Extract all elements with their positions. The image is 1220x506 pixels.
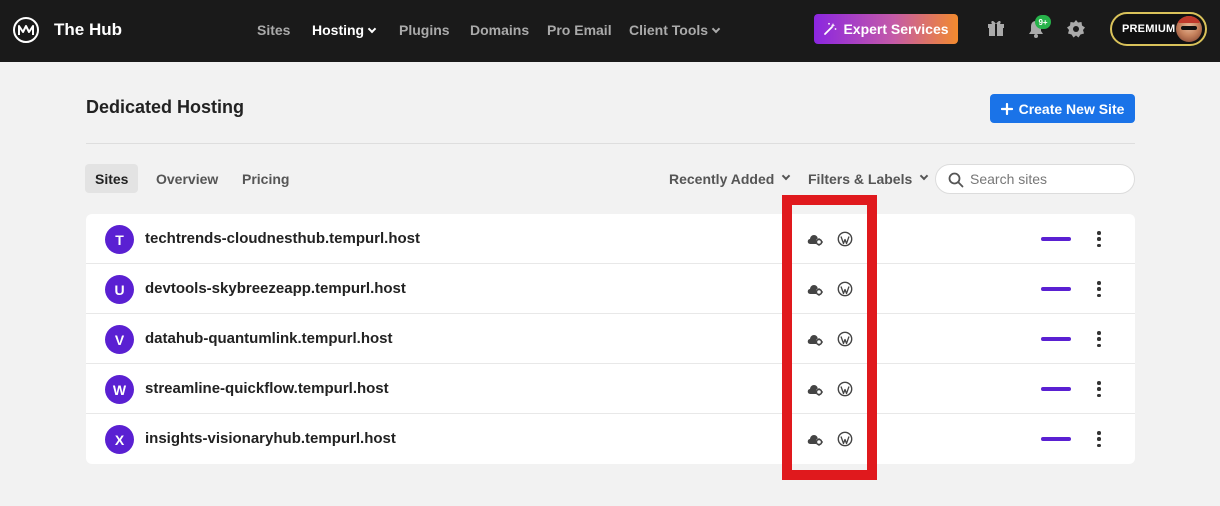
site-avatar: W (105, 375, 134, 404)
nav-item-domains[interactable]: Domains (470, 22, 529, 38)
filters-labels-dropdown[interactable]: Filters & Labels (808, 164, 929, 193)
sort-label: Recently Added (669, 170, 775, 187)
site-name[interactable]: datahub-quantumlink.tempurl.host (145, 330, 393, 347)
sort-dropdown[interactable]: Recently Added (669, 164, 791, 193)
site-row[interactable]: T techtrends-cloudnesthub.tempurl.host (86, 214, 1135, 264)
account-menu-button[interactable]: PREMIUM (1110, 12, 1207, 46)
more-options-icon[interactable] (1092, 329, 1106, 349)
gift-icon[interactable] (986, 19, 1006, 39)
premium-label: PREMIUM (1122, 23, 1176, 35)
chevron-down-icon (782, 171, 791, 180)
expert-services-button[interactable]: Expert Services (814, 14, 958, 44)
site-name[interactable]: devtools-skybreezeapp.tempurl.host (145, 280, 406, 297)
nav-item-sites[interactable]: Sites (257, 22, 290, 38)
filters-label: Filters & Labels (808, 170, 913, 187)
nav-item-plugins[interactable]: Plugins (399, 22, 450, 38)
site-row[interactable]: V datahub-quantumlink.tempurl.host (86, 314, 1135, 364)
status-indicator (1041, 287, 1071, 291)
chevron-down-icon (367, 24, 377, 34)
chevron-down-icon (711, 24, 721, 34)
more-options-icon[interactable] (1092, 279, 1106, 299)
more-options-icon[interactable] (1092, 229, 1106, 249)
top-navigation-bar: The Hub Sites Hosting Plugins Domains Pr… (0, 0, 1220, 62)
plus-icon (1000, 102, 1013, 115)
nav-item-pro-email[interactable]: Pro Email (547, 22, 612, 38)
site-avatar: X (105, 425, 134, 454)
site-name[interactable]: techtrends-cloudnesthub.tempurl.host (145, 230, 420, 247)
highlight-box (782, 195, 877, 480)
site-list: T techtrends-cloudnesthub.tempurl.host U… (86, 214, 1135, 464)
gear-icon[interactable] (1066, 19, 1086, 39)
tab-pricing[interactable]: Pricing (232, 164, 299, 193)
notification-badge: 9+ (1035, 15, 1051, 29)
status-indicator (1041, 437, 1071, 441)
site-row[interactable]: U devtools-skybreezeapp.tempurl.host (86, 264, 1135, 314)
expert-services-label: Expert Services (843, 21, 949, 37)
site-row[interactable]: W streamline-quickflow.tempurl.host (86, 364, 1135, 414)
status-indicator (1041, 337, 1071, 341)
site-row[interactable]: X insights-visionaryhub.tempurl.host (86, 414, 1135, 464)
chevron-down-icon (920, 171, 929, 180)
more-options-icon[interactable] (1092, 379, 1106, 399)
search-box[interactable] (935, 164, 1135, 194)
site-avatar: U (105, 275, 134, 304)
avatar (1176, 16, 1202, 42)
site-avatar: T (105, 225, 134, 254)
nav-item-client-tools[interactable]: Client Tools (629, 22, 721, 38)
status-indicator (1041, 237, 1071, 241)
nav-item-hosting[interactable]: Hosting (312, 22, 377, 38)
create-new-site-label: Create New Site (1018, 100, 1125, 117)
site-name[interactable]: insights-visionaryhub.tempurl.host (145, 430, 396, 447)
search-input[interactable] (970, 171, 1120, 187)
tab-overview[interactable]: Overview (146, 164, 228, 193)
more-options-icon[interactable] (1092, 429, 1106, 449)
search-icon (948, 172, 964, 188)
status-indicator (1041, 387, 1071, 391)
page-title: Dedicated Hosting (86, 97, 245, 117)
create-new-site-button[interactable]: Create New Site (990, 94, 1135, 123)
divider (86, 143, 1135, 144)
magic-wand-icon (824, 22, 837, 35)
site-name[interactable]: streamline-quickflow.tempurl.host (145, 380, 389, 397)
tab-sites[interactable]: Sites (85, 164, 139, 193)
site-avatar: V (105, 325, 134, 354)
